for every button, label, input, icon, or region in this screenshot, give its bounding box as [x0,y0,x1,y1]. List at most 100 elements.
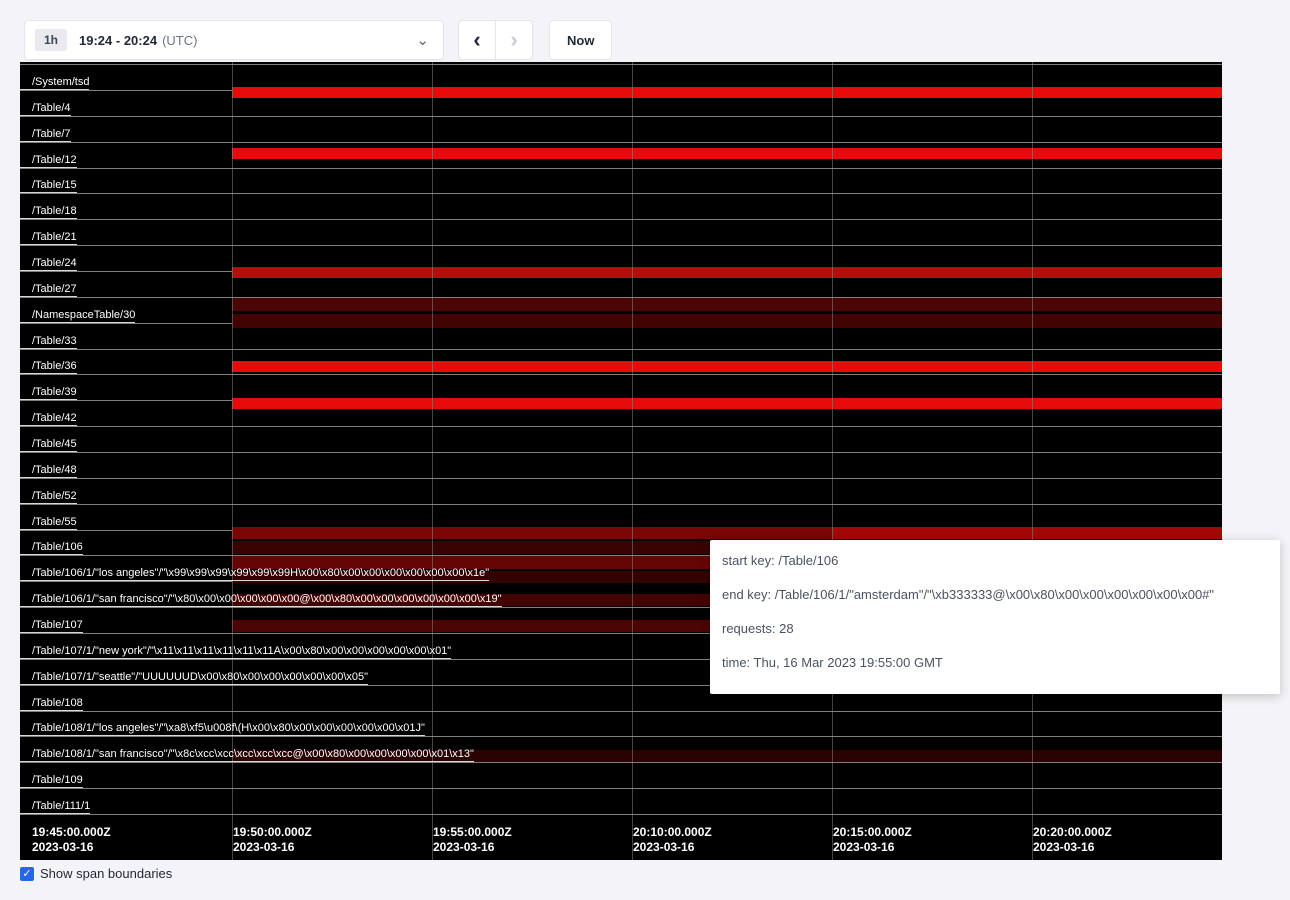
tooltip-requests: requests: 28 [722,622,1268,636]
chevron-left-icon: ‹ [473,29,480,51]
span-boundary-line [20,478,1222,479]
chevron-down-icon: ⌄ [416,33,429,48]
span-row-label: /Table/36 [20,359,77,374]
x-axis-label: 19:50:00.000Z2023-03-16 [233,825,312,855]
time-gridline [832,62,833,860]
span-row-label: /Table/109 [20,773,83,788]
span-row-label: /Table/4 [20,101,71,116]
span-row-label: /Table/45 [20,437,77,452]
span-boundary-line [20,736,1222,737]
options-footer: ✓ Show span boundaries [20,866,172,881]
time-range-label: 19:24 - 20:24 [79,33,157,48]
time-gridline [432,62,433,860]
span-row-label: /Table/24 [20,256,77,271]
x-axis-date: 2023-03-16 [233,840,312,855]
time-gridline [632,62,633,860]
span-row-label: /NamespaceTable/30 [20,308,135,323]
key-visualizer-page: 1h 19:24 - 20:24 (UTC) ⌄ ‹ › Now /System… [0,0,1290,900]
span-boundary-line [20,116,1222,117]
span-row-label: /Table/39 [20,385,77,400]
span-row-label: /Table/106 [20,540,83,555]
span-boundary-line [20,788,1222,789]
span-row-label: /Table/33 [20,334,77,349]
x-axis-time: 20:20:00.000Z [1033,825,1112,840]
heat-band [232,314,1222,328]
duration-badge: 1h [35,29,67,51]
x-axis-time: 20:10:00.000Z [633,825,712,840]
span-boundary-line [20,142,1222,143]
heat-band [232,527,832,539]
span-boundary-line [20,64,1222,65]
heat-band [232,148,1222,159]
x-axis-time: 19:50:00.000Z [233,825,312,840]
span-boundary-line [20,349,1222,350]
span-boundary-line [20,219,1222,220]
x-axis-label: 20:10:00.000Z2023-03-16 [633,825,712,855]
span-row-label: /Table/107/1/"new york"/"\x11\x11\x11\x1… [20,644,451,659]
span-boundary-line [20,245,1222,246]
x-axis-time: 20:15:00.000Z [833,825,912,840]
span-row-label: /Table/106/1/"san francisco"/"\x80\x00\x… [20,592,502,607]
span-row-label: /Table/107 [20,618,83,633]
now-button[interactable]: Now [549,20,612,60]
tooltip-time: time: Thu, 16 Mar 2023 19:55:00 GMT [722,656,1268,670]
tooltip-end-key: end key: /Table/106/1/"amsterdam"/"\xb33… [722,588,1268,602]
x-axis-label: 20:20:00.000Z2023-03-16 [1033,825,1112,855]
span-row-label: /Table/48 [20,463,77,478]
span-boundary-line [20,711,1222,712]
x-axis-label: 19:55:00.000Z2023-03-16 [433,825,512,855]
time-gridline [232,62,233,860]
heat-band [232,361,1222,372]
span-row-label: /Table/42 [20,411,77,426]
time-toolbar: 1h 19:24 - 20:24 (UTC) ⌄ ‹ › Now [24,20,612,60]
key-visualizer-canvas[interactable]: /System/tsd/Table/4/Table/7/Table/12/Tab… [20,62,1222,860]
span-row-label: /Table/108 [20,696,83,711]
x-axis-label: 20:15:00.000Z2023-03-16 [833,825,912,855]
span-boundary-line [20,374,1222,375]
x-axis-date: 2023-03-16 [833,840,912,855]
x-axis-label: 19:45:00.000Z2023-03-16 [32,825,111,855]
time-gridline [1032,62,1033,860]
time-range-dropdown[interactable]: 1h 19:24 - 20:24 (UTC) ⌄ [24,20,444,60]
x-axis-date: 2023-03-16 [633,840,712,855]
span-boundary-line [20,814,1222,815]
span-row-label: /Table/7 [20,127,71,142]
x-axis-date: 2023-03-16 [32,840,111,855]
time-nav-group: ‹ › [458,20,533,60]
span-row-label: /System/tsd [20,75,89,90]
span-row-label: /Table/107/1/"seattle"/"UUUUUUD\x00\x80\… [20,670,368,685]
previous-range-button[interactable]: ‹ [458,20,496,60]
span-boundary-line [20,504,1222,505]
span-row-label: /Table/15 [20,178,77,193]
chevron-right-icon: › [510,29,517,51]
span-row-label: /Table/12 [20,153,77,168]
show-span-boundaries-label: Show span boundaries [40,866,172,881]
show-span-boundaries-checkbox[interactable]: ✓ [20,867,34,881]
span-row-label: /Table/108/1/"san francisco"/"\x8c\xcc\x… [20,747,474,762]
heat-band [832,527,1222,539]
span-row-label: /Table/55 [20,515,77,530]
checkmark-icon: ✓ [22,868,31,880]
span-row-label: /Table/21 [20,230,77,245]
span-row-label: /Table/52 [20,489,77,504]
span-row-label: /Table/108/1/"los angeles"/"\xa8\xf5\u00… [20,721,425,736]
tooltip-start-key: start key: /Table/106 [722,554,1268,568]
heat-band [232,87,1222,98]
x-axis-date: 2023-03-16 [433,840,512,855]
span-boundary-line [20,426,1222,427]
x-axis-date: 2023-03-16 [1033,840,1112,855]
span-boundary-line [20,168,1222,169]
span-boundary-line [20,193,1222,194]
x-axis-time: 19:55:00.000Z [433,825,512,840]
x-axis-time: 19:45:00.000Z [32,825,111,840]
timezone-label: (UTC) [162,33,197,48]
span-row-label: /Table/106/1/"los angeles"/"\x99\x99\x99… [20,566,489,581]
span-row-label: /Table/27 [20,282,77,297]
heat-band [232,298,1222,311]
next-range-button[interactable]: › [495,20,533,60]
span-row-label: /Table/18 [20,204,77,219]
span-boundary-line [20,762,1222,763]
heat-band [232,398,1222,409]
span-tooltip: start key: /Table/106 end key: /Table/10… [710,540,1280,694]
span-boundary-line [20,452,1222,453]
